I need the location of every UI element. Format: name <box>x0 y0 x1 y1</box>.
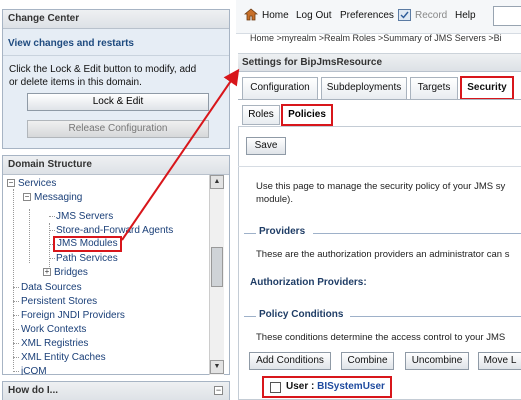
move-button[interactable]: Move L <box>478 352 521 370</box>
tree-label-services[interactable]: Services <box>18 178 56 189</box>
change-center-description: Click the Lock & Edit button to modify, … <box>3 56 229 89</box>
tree-label-bridges[interactable]: Bridges <box>54 267 88 278</box>
intro-text-line-2: module). <box>256 194 293 205</box>
breadcrumb[interactable]: Home >myrealm >Realm Roles >Summary of J… <box>250 33 502 43</box>
tree-item-saf-agents[interactable]: Store-and-Forward Agents <box>56 224 173 237</box>
tab-subdeployments[interactable]: Subdeployments <box>321 77 407 99</box>
save-button[interactable]: Save <box>246 137 286 155</box>
section-rule <box>350 316 521 317</box>
section-rule <box>244 316 256 317</box>
expand-toggle-icon[interactable]: + <box>43 268 51 277</box>
tree-item-jcom[interactable]: jCOM <box>21 365 47 375</box>
policy-conditions-text: These conditions determine the access co… <box>256 332 506 343</box>
tab-security[interactable]: Security <box>460 76 514 100</box>
record-link[interactable]: Record <box>415 10 447 21</box>
divider <box>238 166 521 167</box>
tree-item-data-sources[interactable]: Data Sources <box>21 281 82 294</box>
providers-text: These are the authorization providers an… <box>256 249 510 260</box>
section-rule <box>244 233 256 234</box>
user-label: User : <box>286 381 318 392</box>
tab-targets[interactable]: Targets <box>410 77 458 99</box>
subtab-policies[interactable]: Policies <box>281 104 333 126</box>
tree-item-jms-modules[interactable]: JMS Modules <box>53 236 122 252</box>
help-link[interactable]: Help <box>455 10 476 21</box>
tab-divider <box>238 99 521 100</box>
domain-structure-title: Domain Structure <box>3 156 229 175</box>
tree-item-persistent-stores[interactable]: Persistent Stores <box>21 295 97 308</box>
logout-link[interactable]: Log Out <box>296 10 332 21</box>
tree-item-jms-servers[interactable]: JMS Servers <box>56 210 113 223</box>
add-conditions-button[interactable]: Add Conditions <box>249 352 331 370</box>
home-link[interactable]: Home <box>262 10 289 21</box>
uncombine-button[interactable]: Uncombine <box>405 352 469 370</box>
how-do-i-panel: How do I... − <box>2 381 230 400</box>
condition-checkbox[interactable] <box>270 382 281 393</box>
policy-condition-row: User : BISystemUser <box>262 376 392 398</box>
collapse-toggle-icon[interactable]: − <box>23 193 31 202</box>
change-center-title: Change Center <box>3 10 229 29</box>
tree-item-work-contexts[interactable]: Work Contexts <box>21 323 86 336</box>
view-changes-link[interactable]: View changes and restarts <box>3 29 229 56</box>
record-icon[interactable] <box>398 9 411 24</box>
tree-item-messaging[interactable]: − Messaging <box>23 191 82 204</box>
tree-scrollbar[interactable]: ▲ ▼ <box>209 175 224 375</box>
description-line-1: Click the Lock & Edit button to modify, … <box>9 64 197 75</box>
tree-item-bridges[interactable]: + Bridges <box>43 266 88 279</box>
change-center-panel: Change Center View changes and restarts … <box>2 9 230 149</box>
tree-item-path-services[interactable]: Path Services <box>56 252 118 265</box>
intro-text-line-1: Use this page to manage the security pol… <box>256 181 506 192</box>
collapse-panel-icon[interactable]: − <box>214 386 223 395</box>
domain-tree: − Services − Messaging JMS Servers Store-a… <box>3 175 209 375</box>
subtab-roles[interactable]: Roles <box>242 105 280 125</box>
combine-button[interactable]: Combine <box>341 352 394 370</box>
top-toolbar: Home Log Out Preferences Record Help <box>236 0 521 34</box>
tree-item-services[interactable]: − Services <box>7 177 56 190</box>
tree-item-foreign-jndi[interactable]: Foreign JNDI Providers <box>21 309 125 322</box>
how-do-i-title: How do I... <box>3 382 229 400</box>
tree-item-xml-entity-caches[interactable]: XML Entity Caches <box>21 351 106 364</box>
scroll-up-icon[interactable]: ▲ <box>210 175 224 189</box>
lock-edit-button[interactable]: Lock & Edit <box>27 93 209 111</box>
tab-configuration[interactable]: Configuration <box>242 77 318 99</box>
release-configuration-button[interactable]: Release Configuration <box>27 120 209 138</box>
scroll-down-icon[interactable]: ▼ <box>210 360 224 374</box>
domain-structure-panel: Domain Structure − Services − Messaging JM… <box>2 155 230 375</box>
authorization-providers-label: Authorization Providers: <box>250 277 367 288</box>
home-icon[interactable] <box>243 8 259 24</box>
preferences-link[interactable]: Preferences <box>340 10 394 21</box>
tree-item-xml-registries[interactable]: XML Registries <box>21 337 88 350</box>
user-condition: User : BISystemUser <box>286 381 385 392</box>
section-rule <box>313 233 521 234</box>
collapse-toggle-icon[interactable]: − <box>7 179 15 188</box>
policy-conditions-heading: Policy Conditions <box>259 309 344 320</box>
scroll-thumb[interactable] <box>211 247 223 287</box>
settings-title: Settings for BipJmsResource <box>238 53 521 72</box>
description-line-2: or delete items in this domain. <box>9 77 142 88</box>
user-value[interactable]: BISystemUser <box>317 381 385 392</box>
tree-label-messaging[interactable]: Messaging <box>34 192 82 203</box>
search-input[interactable] <box>493 6 521 26</box>
providers-heading: Providers <box>259 226 306 237</box>
